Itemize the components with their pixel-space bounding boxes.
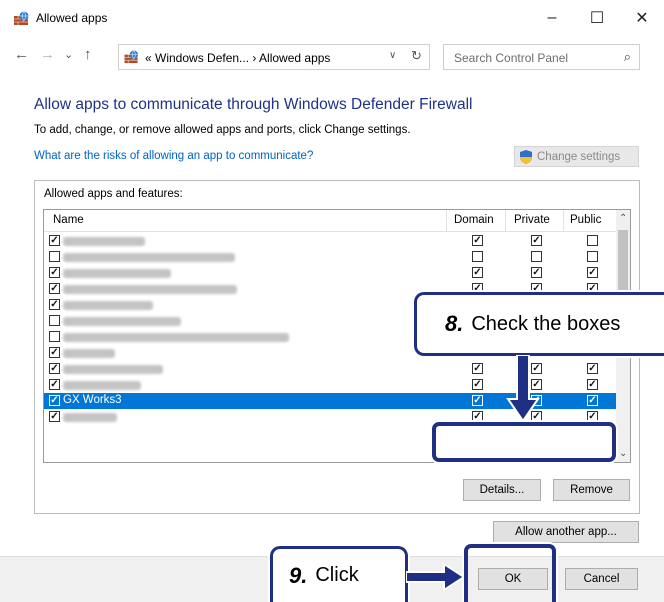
recent-locations-icon[interactable]: ⌄ [64,48,73,61]
chevron-down-icon[interactable]: ∨ [389,50,396,61]
redacted-app-name [63,349,115,358]
private-checkbox[interactable] [531,251,542,262]
enable-checkbox[interactable]: ✓ [49,395,60,406]
list-header: Name Domain Private Public [44,210,616,232]
app-row[interactable]: ✓ ✓ ✓ ✓ [44,265,616,281]
step-8-number: 8. [445,311,464,336]
redacted-app-name [63,365,163,374]
page-title: Allow apps to communicate through Window… [34,96,473,113]
public-checkbox[interactable] [587,251,598,262]
private-checkbox[interactable]: ✓ [531,267,542,278]
refresh-icon[interactable]: ↻ [411,48,422,64]
domain-checkbox[interactable]: ✓ [472,363,483,374]
navigation-bar: ← → ⌄ ↑ « Windows Defen... › Allowed app… [0,40,664,74]
ok-button-highlight [464,544,556,602]
breadcrumb[interactable]: « Windows Defen... › Allowed apps [145,51,330,65]
public-checkbox[interactable] [587,235,598,246]
redacted-app-name [63,253,235,262]
scroll-up-icon[interactable]: ⌃ [619,213,627,224]
public-checkbox[interactable]: ✓ [587,363,598,374]
cancel-button[interactable]: Cancel [565,568,638,590]
domain-checkbox[interactable]: ✓ [472,411,483,422]
scroll-down-icon[interactable]: ⌄ [619,448,627,459]
change-settings-button[interactable]: Change settings [514,146,639,167]
step-8-callout: 8. Check the boxes [414,292,664,356]
firewall-icon [124,50,139,64]
redacted-app-name [63,413,117,422]
column-name[interactable]: Name [53,214,84,226]
enable-checkbox[interactable]: ✓ [49,267,60,278]
public-checkbox[interactable]: ✓ [587,267,598,278]
step-9-text: Click [315,564,359,586]
domain-checkbox[interactable]: ✓ [472,395,483,406]
enable-checkbox[interactable] [49,315,60,326]
details-button[interactable]: Details... [463,479,541,501]
enable-checkbox[interactable]: ✓ [49,299,60,310]
firewall-icon [14,11,29,25]
app-name: GX Works3 [63,394,122,406]
forward-arrow-icon[interactable]: → [40,46,55,63]
domain-checkbox[interactable]: ✓ [472,267,483,278]
enable-checkbox[interactable]: ✓ [49,235,60,246]
enable-checkbox[interactable] [49,331,60,342]
enable-checkbox[interactable]: ✓ [49,363,60,374]
column-divider [563,210,564,232]
column-divider [505,210,506,232]
redacted-app-name [63,333,289,342]
step-9-callout: 9. Click [270,546,408,602]
title-bar: Allowed apps – ☐ ✕ [0,0,664,36]
redacted-app-name [63,301,153,310]
group-label: Allowed apps and features: [44,188,183,200]
window-title: Allowed apps [36,11,108,25]
enable-checkbox[interactable] [49,251,60,262]
close-button[interactable]: ✕ [620,2,664,34]
public-checkbox[interactable]: ✓ [587,411,598,422]
step-8-text: Check the boxes [471,312,621,335]
column-domain[interactable]: Domain [454,214,494,226]
redacted-app-name [63,317,181,326]
shield-icon [520,149,532,164]
enable-checkbox[interactable]: ✓ [49,411,60,422]
domain-checkbox[interactable] [472,251,483,262]
private-checkbox[interactable]: ✓ [531,235,542,246]
app-row[interactable] [44,249,616,265]
back-arrow-icon[interactable]: ← [14,46,29,63]
column-public[interactable]: Public [570,214,601,226]
domain-checkbox[interactable]: ✓ [472,379,483,390]
up-arrow-icon[interactable]: ↑ [84,46,92,63]
enable-checkbox[interactable]: ✓ [49,347,60,358]
minimize-button[interactable]: – [530,2,574,34]
column-divider [446,210,447,232]
redacted-app-name [63,381,141,390]
risks-link[interactable]: What are the risks of allowing an app to… [34,150,313,162]
app-row[interactable]: ✓ ✓ ✓ [44,233,616,249]
checkbox-highlight [432,422,616,462]
enable-checkbox[interactable]: ✓ [49,379,60,390]
public-checkbox[interactable]: ✓ [587,379,598,390]
public-checkbox[interactable]: ✓ [587,395,598,406]
step-8-arrow [506,355,540,423]
search-input[interactable]: Search Control Panel ⌕ [443,44,640,70]
step-9-arrow [406,563,466,591]
address-bar[interactable]: « Windows Defen... › Allowed apps ∨ ↻ [118,44,430,70]
redacted-app-name [63,269,171,278]
instruction-text: To add, change, or remove allowed apps a… [34,124,411,136]
change-settings-label: Change settings [537,150,621,163]
column-private[interactable]: Private [514,214,550,226]
search-icon[interactable]: ⌕ [624,49,631,65]
search-placeholder: Search Control Panel [454,51,569,65]
redacted-app-name [63,285,237,294]
step-9-number: 9. [289,562,308,588]
domain-checkbox[interactable]: ✓ [472,235,483,246]
remove-button[interactable]: Remove [553,479,630,501]
redacted-app-name [63,237,145,246]
enable-checkbox[interactable]: ✓ [49,283,60,294]
allow-another-app-button[interactable]: Allow another app... [493,521,639,543]
maximize-button[interactable]: ☐ [575,2,619,34]
